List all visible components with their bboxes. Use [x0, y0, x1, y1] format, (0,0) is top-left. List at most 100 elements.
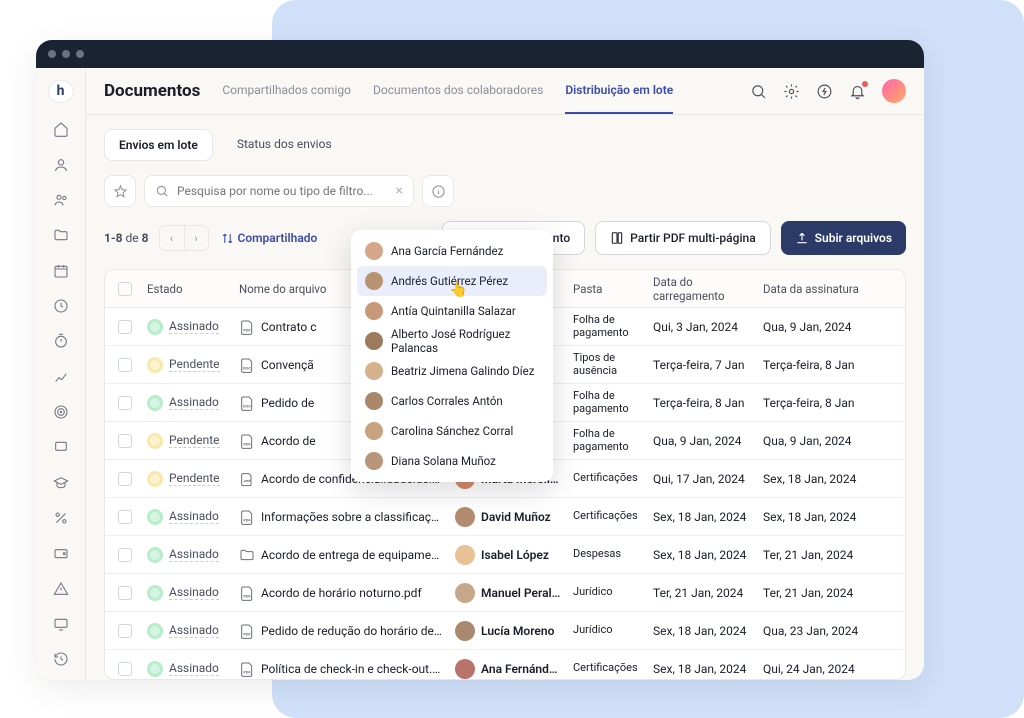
dropdown-item[interactable]: Diana Solana Muñoz	[357, 446, 547, 476]
row-checkbox[interactable]	[118, 320, 132, 334]
wallet-icon[interactable]	[51, 545, 71, 562]
header-tab[interactable]: Documentos dos colaboradores	[373, 68, 543, 114]
status-badge: Assinado	[141, 547, 233, 563]
file-cell: PDFPolítica de check-in e check-out.pdf	[233, 661, 449, 677]
next-page[interactable]: ›	[184, 226, 208, 250]
timer-icon[interactable]	[51, 333, 71, 350]
row-checkbox[interactable]	[118, 472, 132, 486]
upload-date-cell: Terça-feira, 8 Jan	[647, 396, 757, 410]
sign-date-cell: Sex, 18 Jan, 2024	[757, 472, 867, 486]
user-avatar[interactable]	[882, 79, 906, 103]
file-icon	[239, 547, 255, 563]
info-button[interactable]	[422, 175, 454, 207]
dropdown-item[interactable]: Carlos Corrales Antón	[357, 386, 547, 416]
folder-cell: Despesas	[567, 548, 647, 561]
folder-icon[interactable]	[51, 227, 71, 244]
avatar	[365, 392, 383, 410]
row-checkbox[interactable]	[118, 434, 132, 448]
traffic-min[interactable]	[62, 50, 70, 58]
folder-cell: Folha de pagamento	[567, 390, 647, 415]
education-icon[interactable]	[51, 474, 71, 491]
percentage-icon[interactable]	[51, 509, 71, 526]
sign-date-cell: Terça-feira, 8 Jan	[757, 358, 867, 372]
target-icon[interactable]	[51, 403, 71, 420]
traffic-close[interactable]	[48, 50, 56, 58]
table-row[interactable]: AssinadoPDFPedido de redução do horário …	[105, 612, 905, 650]
search-input[interactable]	[177, 184, 388, 198]
table-row[interactable]: AssinadoPDFInformações sobre a classific…	[105, 498, 905, 536]
clear-icon[interactable]: ×	[396, 183, 403, 199]
header-tab[interactable]: Distribuição em lote	[565, 68, 673, 114]
svg-text:DOC: DOC	[243, 403, 251, 408]
app-window: h Documentos Compartilhados comigoDocume…	[36, 40, 924, 680]
dropdown-item[interactable]: Antía Quintanilla Salazar	[357, 296, 547, 326]
avatar	[365, 302, 383, 320]
table-row[interactable]: AssinadoPDFAcordo de horário noturno.pdf…	[105, 574, 905, 612]
table-row[interactable]: AssinadoAcordo de entrega de equipamento…	[105, 536, 905, 574]
select-all-checkbox[interactable]	[118, 282, 132, 296]
calendar-icon[interactable]	[51, 262, 71, 279]
search-icon[interactable]	[750, 83, 767, 100]
column-header[interactable]: Estado	[141, 282, 233, 296]
header-tab[interactable]: Compartilhados comigo	[222, 68, 351, 114]
dropdown-item[interactable]: Carolina Sánchez Corral	[357, 416, 547, 446]
avatar	[365, 452, 383, 470]
subtab[interactable]: Status dos envios	[223, 129, 346, 161]
dropdown-item[interactable]: Beatriz Jimena Galindo Díez	[357, 356, 547, 386]
split-pdf-button[interactable]: Partir PDF multi-página	[595, 221, 771, 255]
column-header[interactable]: Pasta	[567, 282, 647, 296]
file-icon: PDF	[239, 433, 255, 449]
column-header[interactable]: Data da assinatura	[757, 282, 867, 296]
row-checkbox[interactable]	[118, 510, 132, 524]
column-header[interactable]: Data do carregamento	[647, 275, 757, 303]
status-badge: Assinado	[141, 661, 233, 677]
row-checkbox[interactable]	[118, 624, 132, 638]
file-icon: PDF	[239, 585, 255, 601]
chart-icon[interactable]	[51, 368, 71, 385]
alert-icon[interactable]	[51, 580, 71, 597]
subnav: Envios em lote Status dos envios	[86, 115, 924, 161]
upload-date-cell: Ter, 21 Jan, 2024	[647, 586, 757, 600]
assignee-cell: David Muñoz	[449, 507, 567, 527]
svg-text:DOC: DOC	[243, 365, 251, 370]
users-icon[interactable]	[51, 191, 71, 208]
settings-icon[interactable]	[783, 83, 800, 100]
svg-text:PDF: PDF	[243, 631, 251, 636]
app-logo[interactable]: h	[48, 80, 74, 103]
history-icon[interactable]	[51, 651, 71, 668]
assignee-cell: Lucía Moreno	[449, 621, 567, 641]
row-checkbox[interactable]	[118, 662, 132, 676]
sign-date-cell: Qui, 24 Jan, 2024	[757, 662, 867, 676]
upload-files-button[interactable]: Subir arquivos	[781, 221, 906, 255]
file-cell: PDFAcordo de horário noturno.pdf	[233, 585, 449, 601]
sign-date-cell: Qua, 9 Jan, 2024	[757, 320, 867, 334]
status-badge: Pendente	[141, 357, 233, 373]
flash-icon[interactable]	[816, 83, 833, 100]
table-row[interactable]: AssinadoPDFPolítica de check-in e check-…	[105, 650, 905, 680]
header-tabs: Compartilhados comigo Documentos dos cola…	[222, 68, 673, 114]
sign-date-cell: Qua, 9 Jan, 2024	[757, 434, 867, 448]
row-checkbox[interactable]	[118, 586, 132, 600]
bell-icon[interactable]	[849, 83, 866, 100]
subtab[interactable]: Envios em lote	[104, 129, 213, 161]
device-icon[interactable]	[51, 615, 71, 632]
traffic-max[interactable]	[76, 50, 84, 58]
row-checkbox[interactable]	[118, 358, 132, 372]
user-icon[interactable]	[51, 156, 71, 173]
dropdown-item[interactable]: Ana García Fernández	[357, 236, 547, 266]
row-checkbox[interactable]	[118, 396, 132, 410]
upload-date-cell: Qui, 17 Jan, 2024	[647, 472, 757, 486]
status-badge: Pendente	[141, 471, 233, 487]
star-button[interactable]	[104, 175, 136, 207]
home-icon[interactable]	[51, 121, 71, 138]
dropdown-item[interactable]: Andrés Gutiérrez Pérez	[357, 266, 547, 296]
file-icon	[239, 471, 255, 487]
status-badge: Assinado	[141, 623, 233, 639]
file-cell: PDFPedido de redução do horário de tra..…	[233, 623, 449, 639]
prev-page[interactable]: ‹	[160, 226, 184, 250]
badge-icon[interactable]	[51, 439, 71, 456]
sort-link[interactable]: Compartilhado	[221, 231, 318, 245]
dropdown-item[interactable]: Alberto José Rodríguez Palancas	[357, 326, 547, 356]
row-checkbox[interactable]	[118, 548, 132, 562]
clock-icon[interactable]	[51, 297, 71, 314]
